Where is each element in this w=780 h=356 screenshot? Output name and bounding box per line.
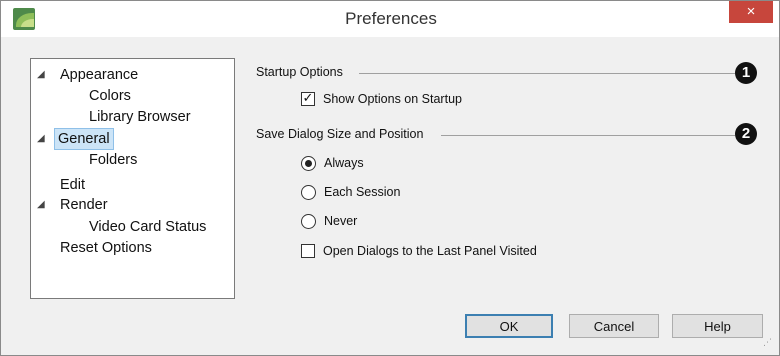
collapse-arrow-icon[interactable]: ◢ bbox=[37, 195, 45, 215]
callout-badge-2: 2 bbox=[735, 123, 757, 145]
always-radio[interactable] bbox=[301, 156, 316, 171]
each-session-radio[interactable] bbox=[301, 185, 316, 200]
show-options-checkbox[interactable]: ✓ bbox=[301, 90, 315, 106]
preferences-dialog: Preferences × ◢ Appearance Colors Librar… bbox=[0, 0, 780, 356]
open-last-panel-label[interactable]: Open Dialogs to the Last Panel Visited bbox=[323, 244, 537, 258]
never-label[interactable]: Never bbox=[324, 214, 357, 228]
tree-item-edit[interactable]: Edit bbox=[60, 175, 85, 195]
save-dialog-heading: Save Dialog Size and Position bbox=[256, 127, 424, 141]
tree-item-folders[interactable]: Folders bbox=[89, 150, 137, 170]
collapse-arrow-icon[interactable]: ◢ bbox=[37, 129, 45, 149]
tree-item-library-browser[interactable]: Library Browser bbox=[89, 107, 191, 127]
window-title: Preferences bbox=[345, 9, 437, 28]
category-tree: ◢ Appearance Colors Library Browser ◢ Ge… bbox=[30, 58, 235, 299]
tree-item-colors[interactable]: Colors bbox=[89, 86, 131, 106]
radio-selected-dot bbox=[305, 160, 312, 167]
ok-button[interactable]: OK bbox=[465, 314, 553, 338]
open-last-panel-checkbox[interactable] bbox=[301, 244, 315, 258]
close-button[interactable]: × bbox=[729, 1, 773, 23]
tree-item-appearance[interactable]: Appearance bbox=[60, 65, 138, 85]
show-options-label[interactable]: Show Options on Startup bbox=[323, 92, 462, 106]
resize-grip-icon[interactable]: ⋰ bbox=[763, 338, 775, 351]
tree-item-render[interactable]: Render bbox=[60, 195, 108, 215]
startup-options-heading: Startup Options bbox=[256, 65, 343, 79]
title-bar[interactable]: Preferences × bbox=[1, 1, 779, 37]
tree-item-general[interactable]: General bbox=[54, 128, 114, 150]
always-label[interactable]: Always bbox=[324, 156, 364, 170]
callout-badge-1: 1 bbox=[735, 62, 757, 84]
cancel-button[interactable]: Cancel bbox=[569, 314, 659, 338]
collapse-arrow-icon[interactable]: ◢ bbox=[37, 65, 45, 85]
each-session-label[interactable]: Each Session bbox=[324, 185, 400, 199]
never-radio[interactable] bbox=[301, 214, 316, 229]
help-button[interactable]: Help bbox=[672, 314, 763, 338]
section-divider bbox=[359, 73, 735, 74]
tree-item-video-card-status[interactable]: Video Card Status bbox=[89, 217, 206, 237]
checkmark-icon: ✓ bbox=[302, 90, 314, 105]
section-divider bbox=[441, 135, 735, 136]
tree-item-reset-options[interactable]: Reset Options bbox=[60, 238, 152, 258]
